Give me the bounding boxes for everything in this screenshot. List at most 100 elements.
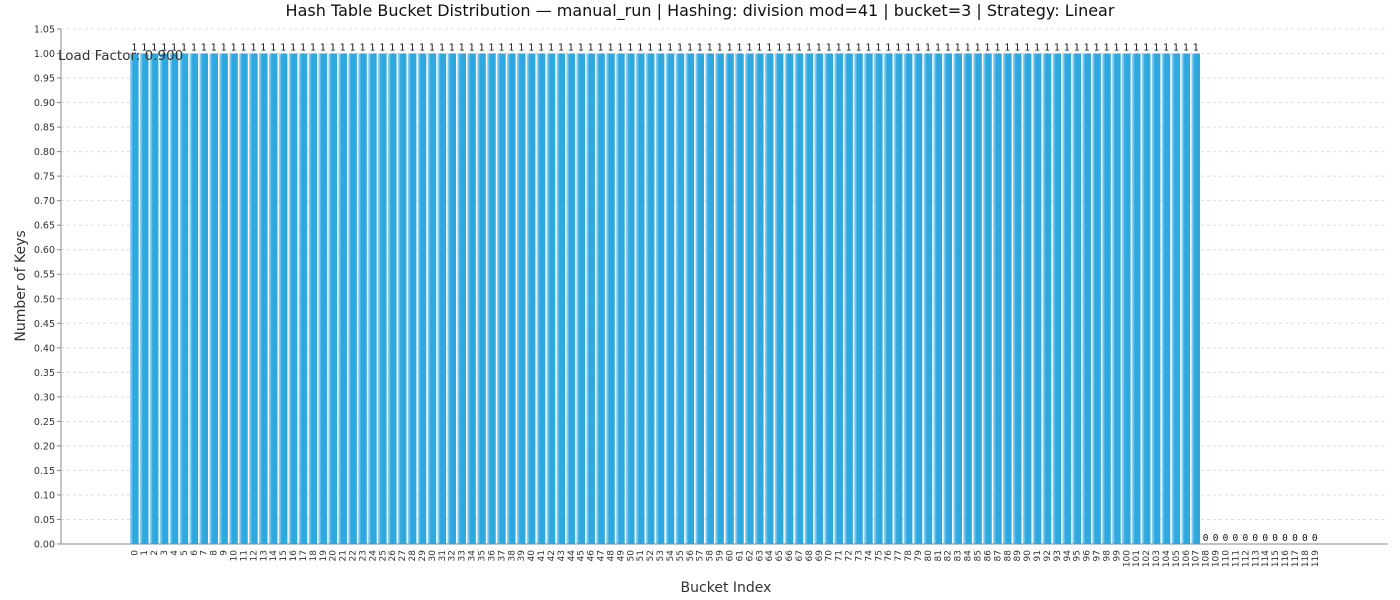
bar bbox=[943, 53, 953, 545]
x-tick-label: 29 bbox=[418, 550, 428, 562]
bar bbox=[229, 53, 238, 545]
y-tick-label: 0.70 bbox=[34, 196, 55, 207]
bar bbox=[249, 53, 258, 545]
x-tick-label: 8 bbox=[210, 550, 220, 556]
x-tick-label: 70 bbox=[825, 550, 835, 562]
value-label: 1 bbox=[707, 43, 713, 54]
y-axis-ticks: 0.00 0.05 0.10 0.15 0.20 0.25 0.30 0.35 0.40 0.45… bbox=[34, 25, 61, 551]
value-label: 1 bbox=[1024, 43, 1030, 54]
x-tick-label: 90 bbox=[1023, 550, 1033, 562]
bar bbox=[368, 53, 377, 545]
value-label: 1 bbox=[558, 43, 564, 54]
x-tick-label: 2 bbox=[150, 550, 160, 556]
value-label: 1 bbox=[320, 43, 326, 54]
y-tick-label: 0.40 bbox=[34, 343, 55, 354]
x-tick-label: 27 bbox=[398, 550, 408, 561]
value-label: 0 bbox=[1262, 533, 1268, 544]
value-label: 1 bbox=[766, 43, 772, 54]
value-label: 1 bbox=[885, 43, 891, 54]
x-tick-label: 33 bbox=[458, 550, 468, 561]
value-label: 1 bbox=[826, 43, 832, 54]
y-tick-label: 0.65 bbox=[34, 221, 55, 232]
bar bbox=[219, 53, 228, 545]
bar bbox=[754, 53, 764, 545]
x-tick-label: 113 bbox=[1251, 550, 1261, 567]
x-tick-label: 118 bbox=[1301, 550, 1311, 567]
bar bbox=[467, 53, 476, 545]
bar bbox=[1072, 53, 1081, 545]
value-label: 1 bbox=[1034, 43, 1040, 54]
value-label: 1 bbox=[637, 43, 643, 54]
bar bbox=[487, 53, 496, 545]
value-label: 1 bbox=[211, 43, 217, 54]
bar bbox=[288, 53, 298, 545]
bar bbox=[953, 53, 962, 545]
value-label: 1 bbox=[1054, 43, 1060, 54]
bar bbox=[675, 53, 685, 545]
bar bbox=[993, 53, 1002, 545]
x-tick-label: 42 bbox=[547, 550, 557, 561]
x-tick-label: 62 bbox=[745, 550, 755, 561]
value-label: 1 bbox=[350, 43, 356, 54]
x-tick-label: 36 bbox=[487, 550, 497, 562]
x-tick-label: 11 bbox=[239, 550, 249, 561]
bar bbox=[784, 53, 794, 545]
bar bbox=[854, 53, 863, 545]
value-label: 1 bbox=[1114, 43, 1120, 54]
y-tick-label: 0.20 bbox=[34, 441, 55, 452]
load-factor-annotation: Load Factor: 0.900 bbox=[58, 48, 183, 64]
x-tick-label: 35 bbox=[478, 550, 488, 561]
x-tick-label: 103 bbox=[1152, 550, 1162, 567]
bar bbox=[665, 53, 675, 545]
value-label: 1 bbox=[598, 43, 604, 54]
value-label: 1 bbox=[985, 43, 991, 54]
x-tick-label: 26 bbox=[388, 550, 398, 562]
value-label: 1 bbox=[687, 43, 693, 54]
x-tick-label: 46 bbox=[587, 550, 597, 562]
bar bbox=[606, 53, 615, 545]
bar bbox=[1112, 53, 1121, 545]
x-tick-label: 25 bbox=[378, 550, 388, 561]
bar bbox=[725, 53, 734, 545]
x-tick-label: 64 bbox=[765, 550, 775, 562]
x-tick-label: 104 bbox=[1162, 550, 1172, 567]
x-tick-label: 48 bbox=[606, 550, 616, 562]
bar bbox=[358, 53, 367, 545]
x-tick-label: 74 bbox=[864, 550, 874, 562]
x-tick-label: 92 bbox=[1043, 550, 1053, 561]
bar bbox=[516, 53, 526, 545]
x-tick-label: 53 bbox=[656, 550, 666, 561]
value-label: 1 bbox=[548, 43, 554, 54]
value-label: 1 bbox=[449, 43, 455, 54]
value-label: 0 bbox=[1203, 533, 1209, 544]
value-label: 1 bbox=[399, 43, 405, 54]
bar bbox=[447, 53, 457, 545]
value-label: 1 bbox=[657, 43, 663, 54]
value-label: 1 bbox=[925, 43, 931, 54]
bar bbox=[1171, 53, 1181, 545]
x-tick-label: 96 bbox=[1083, 550, 1093, 562]
bar bbox=[506, 53, 516, 545]
value-label: 1 bbox=[489, 43, 495, 54]
value-label: 1 bbox=[1183, 43, 1189, 54]
x-tick-label: 115 bbox=[1271, 550, 1281, 567]
value-label: 1 bbox=[340, 43, 346, 54]
value-label: 1 bbox=[776, 43, 782, 54]
x-tick-label: 9 bbox=[220, 550, 230, 556]
x-tick-label: 99 bbox=[1112, 550, 1122, 562]
bar bbox=[179, 53, 189, 545]
value-label: 1 bbox=[1014, 43, 1020, 54]
x-tick-label: 91 bbox=[1033, 550, 1043, 561]
bar bbox=[497, 53, 506, 545]
value-label: 1 bbox=[994, 43, 1000, 54]
x-tick-label: 80 bbox=[924, 550, 934, 562]
bar bbox=[903, 53, 913, 545]
x-tick-label: 16 bbox=[289, 550, 299, 562]
bar bbox=[417, 53, 427, 545]
value-label: 1 bbox=[975, 43, 981, 54]
y-tick-label: 0.00 bbox=[34, 540, 55, 551]
bar bbox=[874, 53, 883, 545]
value-label: 1 bbox=[955, 43, 961, 54]
bar bbox=[1082, 53, 1091, 545]
bar bbox=[308, 53, 318, 545]
